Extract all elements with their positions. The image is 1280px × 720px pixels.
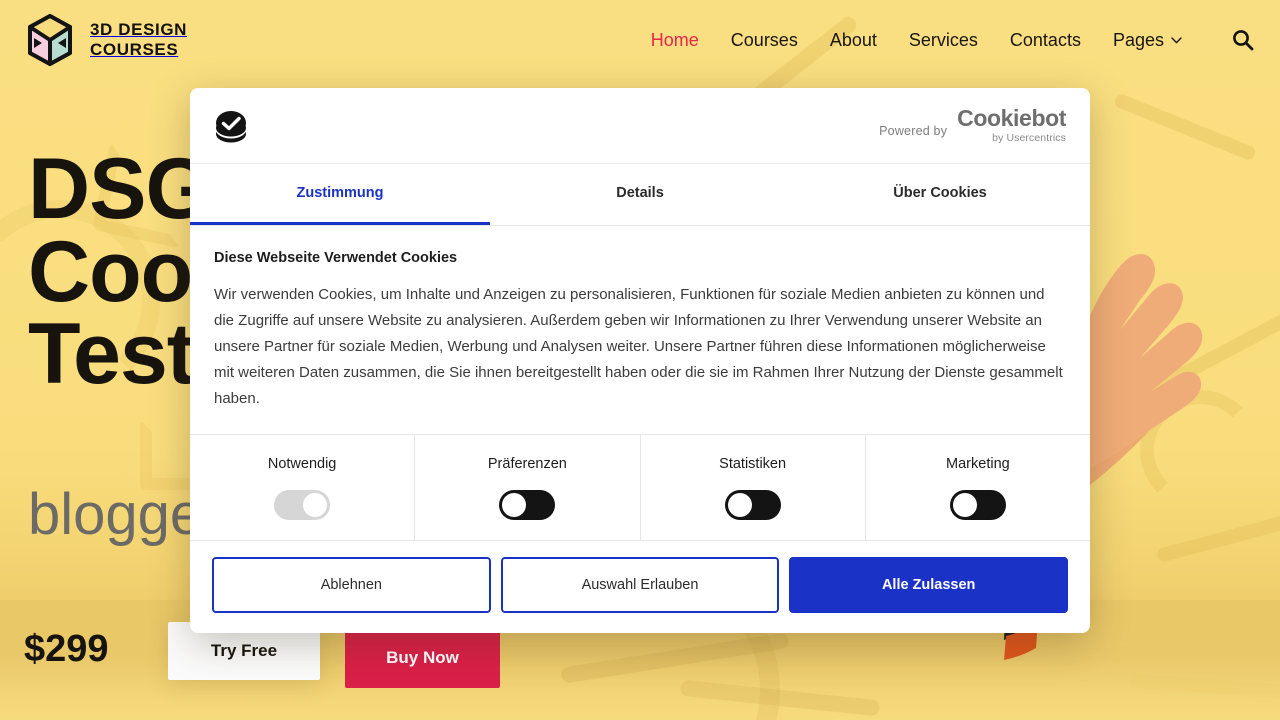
site-header: 3D DESIGN COURSES Home Courses About Ser… bbox=[0, 0, 1280, 80]
category-notwendig-label: Notwendig bbox=[267, 455, 337, 472]
category-notwendig: Notwendig bbox=[190, 435, 416, 541]
deny-button[interactable]: Ablehnen bbox=[212, 557, 491, 614]
category-praeferenzen-label: Präferenzen bbox=[487, 455, 567, 472]
nav-item-courses[interactable]: Courses bbox=[731, 30, 798, 51]
powered-by-block: Powered by Cookiebot by Usercentrics bbox=[879, 107, 1066, 144]
hero-subtitle: blogge bbox=[28, 482, 203, 547]
buy-now-button[interactable]: Buy Now bbox=[345, 628, 500, 688]
tab-details[interactable]: Details bbox=[490, 164, 790, 225]
nav-item-contacts[interactable]: Contacts bbox=[1010, 30, 1081, 51]
cookie-dialog-actions: Ablehnen Auswahl Erlauben Alle Zulassen bbox=[190, 540, 1090, 633]
nav-item-pages-label: Pages bbox=[1112, 29, 1164, 50]
toggle-knob bbox=[727, 492, 752, 517]
page-title: DSG Cool Test bbox=[28, 141, 216, 403]
cookie-dialog-tabs: Zustimmung Details Über Cookies bbox=[190, 164, 1090, 226]
cookie-consent-dialog: Powered by Cookiebot by Usercentrics Zus… bbox=[190, 88, 1090, 634]
search-glyph-icon bbox=[1233, 30, 1254, 51]
powered-by-label: Powered by bbox=[879, 123, 948, 138]
cookie-dialog-description: Wir verwenden Cookies, um Inhalte und An… bbox=[214, 286, 1063, 408]
toggle-marketing[interactable] bbox=[949, 489, 1006, 520]
brand-line-2: COURSES bbox=[90, 40, 179, 59]
toggle-notwendig[interactable] bbox=[274, 489, 331, 520]
cookie-dialog-heading: Diese Webseite Verwendet Cookies bbox=[214, 250, 458, 266]
decorative-shape bbox=[1155, 510, 1280, 564]
category-marketing-label: Marketing bbox=[946, 455, 1010, 472]
cookie-category-row: Notwendig Präferenzen Statistiken Market… bbox=[190, 434, 1090, 541]
chevron-down-icon bbox=[1171, 36, 1182, 43]
category-marketing: Marketing bbox=[866, 435, 1090, 540]
nav-item-about[interactable]: About bbox=[830, 30, 877, 51]
allow-selection-button[interactable]: Auswahl Erlauben bbox=[500, 557, 780, 614]
cookie-dialog-body: Diese Webseite Verwendet Cookies Wir ver… bbox=[190, 226, 1090, 434]
tab-ueber-cookies[interactable]: Über Cookies bbox=[790, 164, 1090, 225]
toggle-knob bbox=[502, 492, 527, 517]
category-statistiken: Statistiken bbox=[641, 435, 866, 541]
nav-item-home[interactable]: Home bbox=[651, 30, 699, 51]
category-praeferenzen: Präferenzen bbox=[415, 435, 641, 541]
page-root: 3D DESIGN COURSES Home Courses About Ser… bbox=[0, 0, 1280, 720]
tab-zustimmung[interactable]: Zustimmung bbox=[190, 164, 490, 225]
cookiebot-cookie-icon bbox=[216, 110, 246, 142]
decorative-shape bbox=[1112, 92, 1258, 162]
main-navigation: Home Courses About Services Contacts Pag… bbox=[651, 29, 1254, 51]
cookiebot-wordmark: Cookiebot by Usercentrics bbox=[957, 107, 1066, 144]
decorative-shape bbox=[1136, 310, 1280, 404]
nav-item-services[interactable]: Services bbox=[909, 30, 978, 51]
brand-logo-link[interactable]: 3D DESIGN COURSES bbox=[26, 14, 187, 66]
toggle-knob bbox=[952, 492, 977, 517]
brand-name: 3D DESIGN COURSES bbox=[90, 20, 187, 60]
toggle-praeferenzen[interactable] bbox=[499, 489, 556, 520]
toggle-knob bbox=[303, 492, 328, 517]
cube-logo-icon bbox=[28, 14, 72, 66]
hero-price: $299 bbox=[24, 628, 109, 670]
category-statistiken-label: Statistiken bbox=[719, 455, 787, 472]
cookiebot-name: Cookiebot bbox=[957, 105, 1066, 132]
toggle-statistiken[interactable] bbox=[724, 489, 781, 520]
cookie-dialog-header: Powered by Cookiebot by Usercentrics bbox=[190, 88, 1090, 164]
decorative-shape bbox=[1140, 390, 1260, 510]
nav-item-pages[interactable]: Pages bbox=[1113, 30, 1182, 51]
search-icon[interactable] bbox=[1232, 29, 1254, 51]
cookiebot-subtitle: by Usercentrics bbox=[992, 132, 1066, 145]
allow-all-button[interactable]: Alle Zulassen bbox=[789, 557, 1069, 614]
brand-line-1: 3D DESIGN bbox=[90, 19, 188, 39]
